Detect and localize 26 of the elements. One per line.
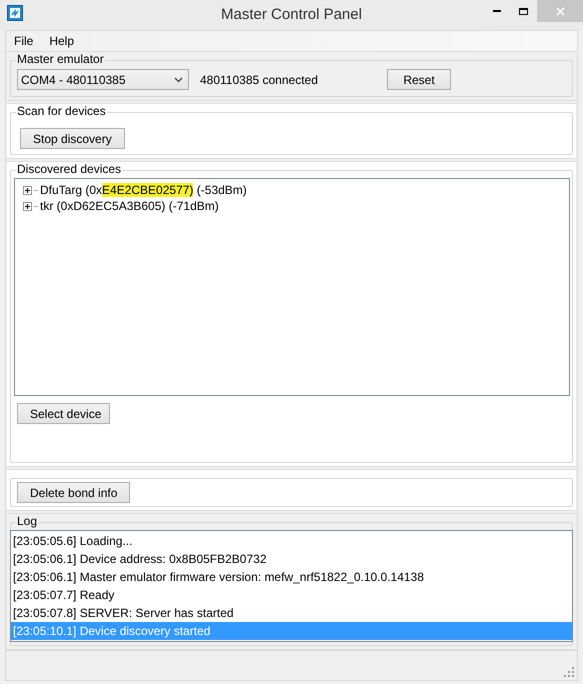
group-title: Master emulator [16, 52, 105, 66]
log-entry[interactable]: [23:05:06.1] Master emulator firmware version: mefw_nrf51822_0.10.0.14138 [11, 568, 572, 586]
device-item[interactable]: tkr (0xD62EC5A3B605) (-71dBm) [40, 197, 219, 215]
menu-item[interactable]: Help [41, 32, 82, 50]
log-entry[interactable]: [23:05:05.6] Loading... [11, 532, 572, 550]
button[interactable]: Stop discovery [20, 128, 125, 149]
connection-status: 480110385 connected [200, 72, 318, 89]
button[interactable]: Select device [17, 403, 110, 424]
group-title: Discovered devices [16, 162, 122, 176]
expand-icon[interactable] [23, 202, 32, 210]
device-item[interactable]: DfuTarg (0xE4E2CBE02577) (-53dBm) [40, 181, 247, 199]
menu-item[interactable]: File [6, 32, 42, 50]
group-title: Scan for devices [16, 104, 107, 118]
close-icon [556, 6, 564, 16]
log-entry[interactable]: [23:05:07.7] Ready [11, 586, 572, 604]
button[interactable]: Delete bond info [17, 482, 130, 503]
port-dropdown[interactable]: COM4 - 480110385 [17, 69, 189, 90]
resize-grip-icon[interactable] [564, 667, 574, 677]
log-entry[interactable]: [23:05:07.8] SERVER: Server has started [11, 604, 572, 622]
group-title: Log [16, 514, 38, 528]
expand-icon[interactable] [23, 186, 32, 194]
log-entry[interactable]: [23:05:06.1] Device address: 0x8B05FB2B0732 [11, 550, 572, 568]
button[interactable]: Reset [387, 69, 451, 90]
app-icon [7, 5, 23, 21]
window-title: Master Control Panel [221, 4, 362, 25]
caret-icon [174, 77, 183, 83]
